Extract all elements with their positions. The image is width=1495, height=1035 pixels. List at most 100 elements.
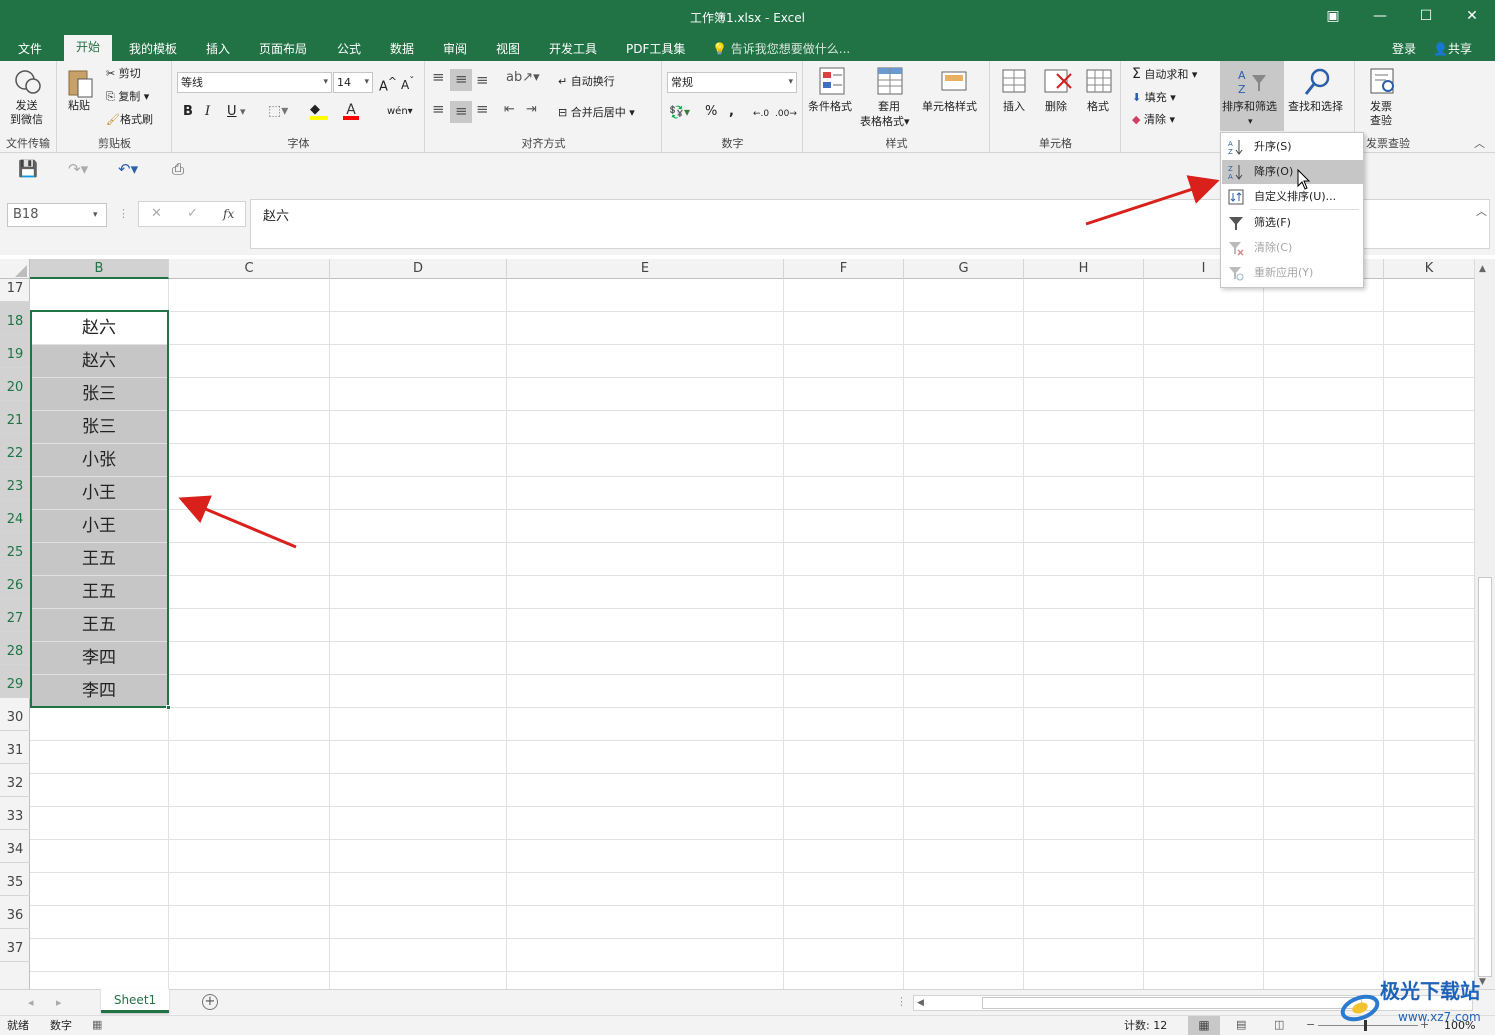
share-button[interactable]: 👤共享 bbox=[1433, 39, 1472, 61]
wrap-text-button[interactable]: ↵ 自动换行 bbox=[558, 75, 615, 89]
row-header[interactable]: 26 bbox=[0, 566, 30, 599]
row-header[interactable]: 18 bbox=[0, 302, 30, 335]
row-header[interactable]: 25 bbox=[0, 533, 30, 566]
tab-home[interactable]: 开始 bbox=[64, 35, 113, 61]
prev-sheet-icon[interactable]: ◂ bbox=[28, 996, 34, 1010]
format-painter-button[interactable]: 🖌格式刷 bbox=[106, 113, 153, 127]
scroll-left-icon[interactable]: ◀ bbox=[917, 996, 924, 1010]
tab-pdf-tools[interactable]: PDF工具集 bbox=[626, 39, 685, 61]
scroll-thumb[interactable] bbox=[1478, 577, 1492, 977]
row-header[interactable]: 34 bbox=[0, 830, 30, 863]
number-format-combo[interactable]: 常规 bbox=[667, 72, 797, 93]
fill-button[interactable]: ⬇ 填充 ▾ bbox=[1132, 91, 1176, 105]
insert-button[interactable]: 插入 bbox=[1003, 100, 1025, 114]
menu-item-sort-descending[interactable]: Z A 降序(O) bbox=[1222, 160, 1363, 184]
font-color-icon[interactable]: A bbox=[343, 102, 359, 120]
login-link[interactable]: 登录 bbox=[1392, 39, 1416, 61]
vertical-scrollbar[interactable]: ▲ ▼ bbox=[1474, 259, 1495, 989]
menu-item-clear-filter[interactable]: 清除(C) bbox=[1222, 236, 1363, 260]
format-button[interactable]: 格式 bbox=[1087, 100, 1109, 114]
orientation-icon[interactable]: ab↗▾ bbox=[506, 71, 540, 85]
border-icon[interactable]: ⬚▾ bbox=[268, 104, 288, 118]
save-icon[interactable]: 💾 bbox=[18, 161, 38, 177]
increase-decimal-icon[interactable]: ←.0 bbox=[753, 107, 769, 121]
worksheet-grid[interactable]: 赵六 赵六 张三 张三 小张 小王 小王 王五 王五 王五 李四 李四 bbox=[30, 279, 1474, 989]
align-right-icon[interactable]: ≡ bbox=[476, 102, 489, 117]
column-header-c[interactable]: C bbox=[169, 259, 330, 279]
row-header[interactable]: 24 bbox=[0, 500, 30, 533]
add-sheet-icon[interactable]: + bbox=[202, 994, 218, 1010]
conditional-format-button[interactable]: 条件格式 bbox=[808, 100, 852, 114]
cell-styles-button[interactable]: 单元格样式 bbox=[922, 100, 977, 114]
tab-file[interactable]: 文件 bbox=[18, 39, 42, 61]
tab-insert[interactable]: 插入 bbox=[206, 39, 230, 61]
delete-button[interactable]: 删除 bbox=[1045, 100, 1067, 114]
column-header-g[interactable]: G bbox=[904, 259, 1024, 279]
tab-formulas[interactable]: 公式 bbox=[337, 39, 361, 61]
invoice-check-button[interactable]: 发票 查验 bbox=[1370, 100, 1392, 128]
row-header[interactable]: 19 bbox=[0, 335, 30, 368]
align-top-icon[interactable]: ≡ bbox=[432, 70, 445, 85]
row-header[interactable]: 23 bbox=[0, 467, 30, 500]
autosum-button[interactable]: Σ 自动求和 ▾ bbox=[1132, 67, 1197, 82]
zoom-out-icon[interactable]: − bbox=[1306, 1018, 1315, 1032]
column-header-d[interactable]: D bbox=[330, 259, 507, 279]
menu-item-sort-ascending[interactable]: A Z 升序(S) bbox=[1222, 135, 1363, 159]
minimize-button[interactable]: — bbox=[1357, 0, 1403, 33]
row-header[interactable]: 31 bbox=[0, 731, 30, 764]
row-header[interactable]: 17 bbox=[0, 269, 30, 302]
cancel-icon[interactable]: ✕ bbox=[151, 207, 162, 221]
tab-developer[interactable]: 开发工具 bbox=[549, 39, 597, 61]
underline-dropdown[interactable]: ▾ bbox=[240, 105, 246, 119]
name-box-dropdown-icon[interactable]: ▾ bbox=[93, 208, 98, 222]
italic-button[interactable]: I bbox=[205, 105, 210, 119]
row-header[interactable]: 30 bbox=[0, 698, 30, 731]
menu-item-reapply[interactable]: 重新应用(Y) bbox=[1222, 261, 1363, 285]
enter-icon[interactable]: ✓ bbox=[187, 207, 198, 221]
row-header[interactable]: 32 bbox=[0, 764, 30, 797]
fill-handle[interactable] bbox=[166, 705, 171, 710]
find-select-button[interactable]: 查找和选择 bbox=[1288, 100, 1343, 114]
send-button[interactable]: 发送 到微信 bbox=[10, 99, 43, 127]
tab-page-layout[interactable]: 页面布局 bbox=[259, 39, 307, 61]
clear-button[interactable]: ◆ 清除 ▾ bbox=[1132, 113, 1175, 127]
row-header[interactable]: 22 bbox=[0, 434, 30, 467]
merge-center-button[interactable]: ⊟ 合并后居中 ▾ bbox=[558, 106, 635, 120]
maximize-button[interactable]: ☐ bbox=[1403, 0, 1449, 33]
column-header-e[interactable]: E bbox=[507, 259, 784, 279]
close-button[interactable]: ✕ bbox=[1449, 0, 1495, 33]
decrease-decimal-icon[interactable]: .00→ bbox=[775, 107, 797, 121]
macro-record-icon[interactable]: ▦ bbox=[92, 1018, 102, 1032]
indent-increase-icon[interactable]: ⇥ bbox=[526, 103, 537, 117]
row-header[interactable]: 33 bbox=[0, 797, 30, 830]
row-header[interactable]: 27 bbox=[0, 599, 30, 632]
row-header[interactable]: 35 bbox=[0, 863, 30, 896]
column-header-b[interactable]: B bbox=[30, 259, 169, 279]
tab-view[interactable]: 视图 bbox=[496, 39, 520, 61]
redo-icon[interactable]: ↷▾ bbox=[68, 162, 88, 177]
name-box[interactable]: B18 bbox=[7, 203, 107, 227]
menu-item-custom-sort[interactable]: 自定义排序(U)... bbox=[1222, 185, 1363, 209]
row-header[interactable]: 36 bbox=[0, 896, 30, 929]
underline-button[interactable]: U bbox=[227, 105, 237, 119]
fill-color-icon[interactable]: ◆ bbox=[310, 102, 328, 120]
copy-button[interactable]: ⎘ 复制 ▾ bbox=[106, 90, 149, 104]
page-break-view-icon[interactable]: ◫ bbox=[1274, 1018, 1284, 1032]
phonetic-icon[interactable]: wén▾ bbox=[387, 105, 413, 119]
sort-filter-button[interactable]: AZ 排序和筛选 ▾ bbox=[1220, 61, 1284, 131]
menu-item-filter[interactable]: 筛选(F) bbox=[1222, 209, 1363, 235]
normal-view-icon[interactable]: ▦ bbox=[1188, 1016, 1220, 1035]
row-header[interactable]: 20 bbox=[0, 368, 30, 401]
paste-button[interactable]: 粘贴 bbox=[68, 99, 90, 113]
tab-review[interactable]: 审阅 bbox=[443, 39, 467, 61]
align-bottom-icon[interactable]: ≡ bbox=[476, 73, 489, 88]
row-header[interactable]: 29 bbox=[0, 665, 30, 698]
scroll-up-icon[interactable]: ▲ bbox=[1479, 262, 1486, 276]
column-header-f[interactable]: F bbox=[784, 259, 904, 279]
font-size-combo[interactable]: 14 bbox=[333, 72, 373, 93]
function-icon[interactable]: fx bbox=[223, 207, 234, 221]
comma-icon[interactable]: , bbox=[729, 105, 734, 119]
align-center-icon[interactable]: ≡ bbox=[450, 101, 472, 123]
hscroll-thumb[interactable] bbox=[982, 997, 1362, 1009]
percent-icon[interactable]: % bbox=[705, 105, 717, 119]
